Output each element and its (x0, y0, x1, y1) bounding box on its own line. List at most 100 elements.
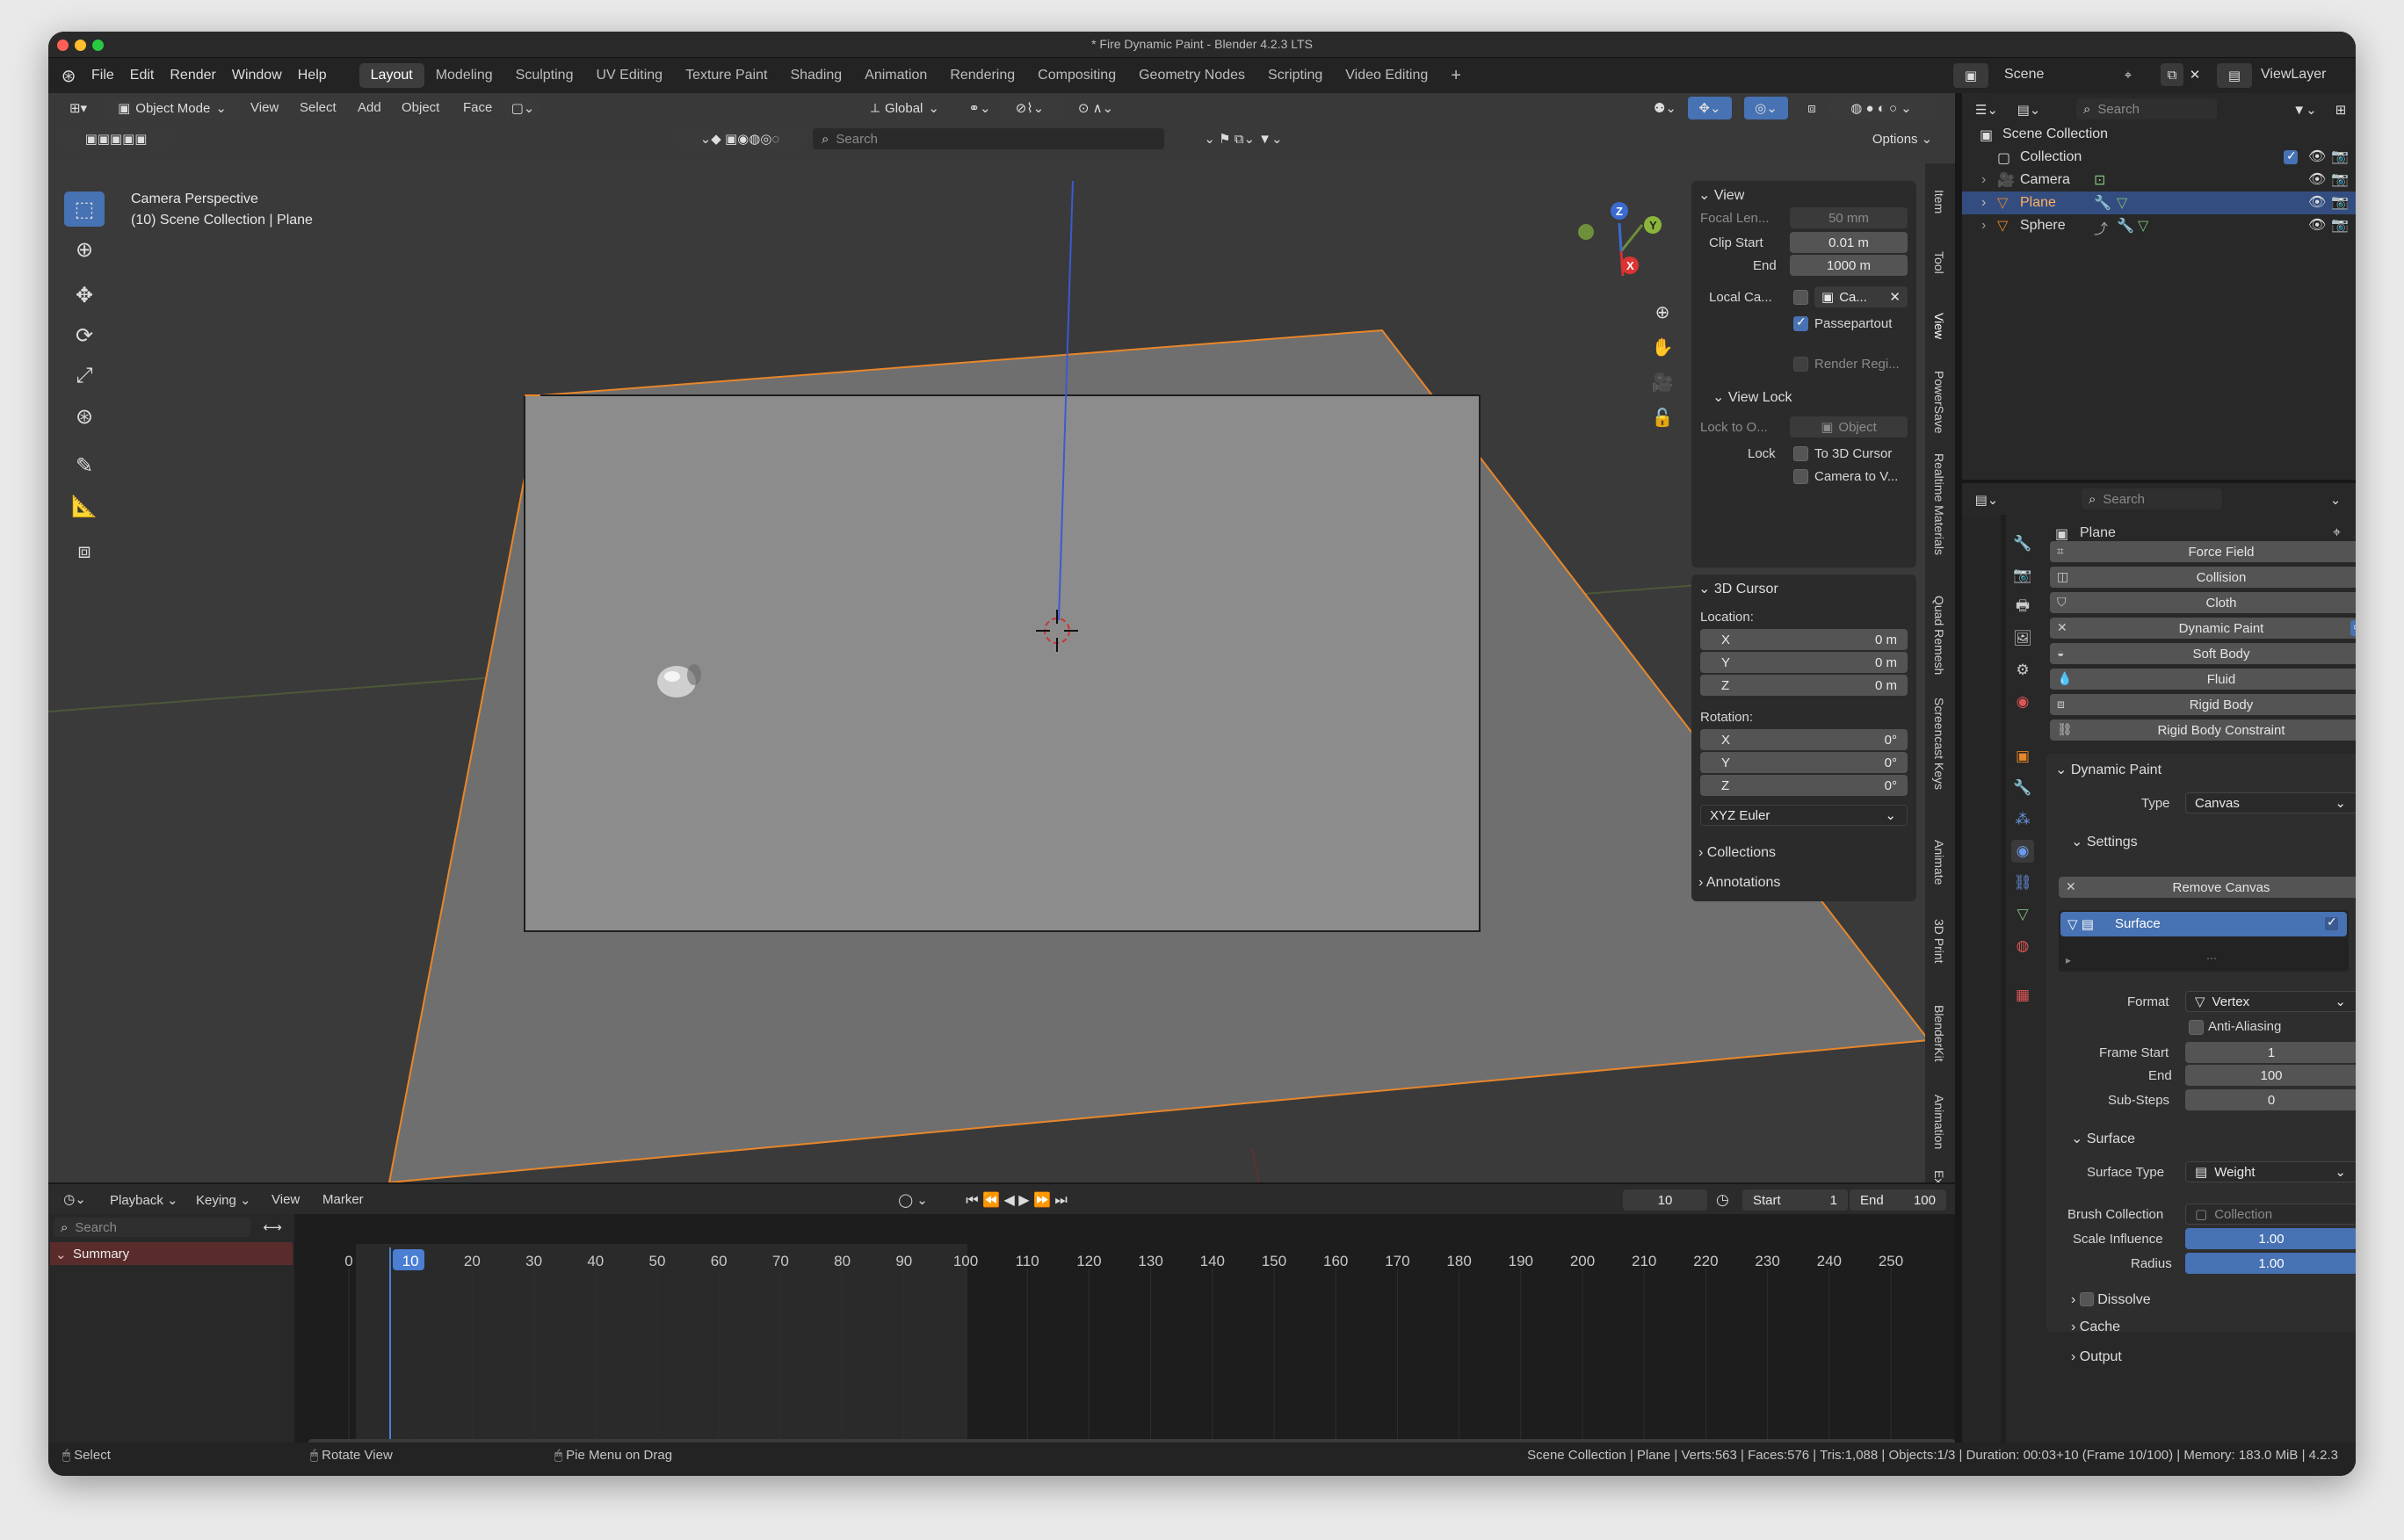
tab-animation[interactable]: Animation (853, 63, 938, 88)
selection-mode-icons[interactable]: ▣▣▣▣▣ (59, 128, 173, 149)
tab-rendering[interactable]: Rendering (938, 63, 1026, 88)
sidebar-tab-animation[interactable]: Animation (1932, 1095, 1946, 1149)
scene-tab-icon[interactable]: ⚙ (2011, 659, 2034, 682)
sphere-modifier-icon[interactable]: 🔧 (2117, 217, 2134, 235)
collection-exclude-checkbox[interactable] (2284, 148, 2298, 164)
gizmo-toggle-icon[interactable]: ✥⌄ (1688, 97, 1732, 119)
timeline-tick-label[interactable]: 250 (1879, 1253, 1903, 1270)
local-camera-field[interactable]: ▣ Ca... ✕ (1814, 286, 1908, 307)
settings-subpanel-header[interactable]: ⌄ Settings (2071, 833, 2138, 850)
camera-visibility-icon[interactable]: 👁 (2308, 170, 2326, 188)
outliner-item-camera[interactable]: › 🎥 Camera ⊡ 👁 📷 (1962, 169, 2356, 192)
timeline-tick-label[interactable]: 180 (1446, 1253, 1471, 1270)
view-layer-browse-icon[interactable]: ▤ (2217, 63, 2252, 88)
tab-geometry-nodes[interactable]: Geometry Nodes (1127, 63, 1256, 88)
menu-render[interactable]: Render (162, 68, 223, 83)
shading-mode-icons[interactable]: ◍ ● ◐ ○ ⌄ (1828, 97, 1934, 119)
timeline-tick-label[interactable]: 220 (1693, 1253, 1718, 1270)
sidebar-tab-powersave[interactable]: PowerSave (1932, 371, 1946, 434)
viewport-3d[interactable]: ⊞▾ ▣ Object Mode ⌄ View Select Add Object … (48, 93, 1955, 1182)
brush-collection-field[interactable]: ▢ Collection (2185, 1204, 2356, 1225)
viewport-menu-add[interactable]: Add (358, 100, 381, 115)
passepartout-checkbox[interactable] (1793, 315, 1808, 331)
sidebar-tab-view[interactable]: View (1932, 313, 1946, 339)
scale-tool-icon[interactable]: ⤢ (64, 358, 105, 394)
timeline-search-input[interactable]: ⌕ Search (54, 1218, 250, 1237)
sphere-render-icon[interactable]: 📷 (2331, 216, 2349, 234)
properties-search-input[interactable]: ⌕ Search (2082, 488, 2222, 510)
cursor-location-z[interactable]: Z 0 m (1700, 675, 1908, 696)
sphere-parent-icon[interactable]: ⤴ (2094, 217, 2108, 238)
anti-aliasing-checkbox[interactable] (2189, 1020, 2204, 1035)
blender-logo-icon[interactable]: ⊛ (54, 65, 83, 87)
output-subpanel-header[interactable]: › Output (2071, 1349, 2122, 1365)
viewport-options-button[interactable]: Options ⌄ (1858, 128, 1946, 149)
timeline-tick-label[interactable]: 100 (953, 1253, 978, 1270)
playhead-line[interactable] (389, 1247, 391, 1441)
world-tab-icon[interactable]: ◉ (2011, 690, 2034, 713)
snap-icon[interactable]: ⊘⌇⌄ (999, 97, 1061, 119)
dynamic-paint-panel-header[interactable]: ⌄ Dynamic Paint (2055, 761, 2161, 778)
sidebar-tab-extra-pie[interactable]: Extra Pie (1932, 1170, 1946, 1182)
timeline-playback-menu[interactable]: Playback ⌄ (110, 1192, 178, 1208)
timeline-tick-label[interactable]: 120 (1076, 1253, 1101, 1270)
output-tab-icon[interactable]: 🖶 (2011, 596, 2034, 618)
surface-list-item[interactable]: ▽ ▤ Surface (2060, 912, 2347, 936)
overlay-toggle-icon[interactable]: ◎⌄ (1744, 97, 1788, 119)
zoom-view-icon[interactable]: ⊕ (1647, 297, 1677, 327)
viewport-menu-view[interactable]: View (250, 100, 279, 115)
camera-to-view-checkbox[interactable] (1793, 469, 1808, 484)
annotate-tool-icon[interactable]: ✎ (64, 448, 105, 483)
menu-window[interactable]: Window (224, 68, 290, 83)
tool-tab-icon[interactable]: 🔧 (2011, 532, 2034, 555)
lock-to-object-field[interactable]: ▣ Object (1790, 416, 1908, 437)
collections-panel-header[interactable]: › Collections (1698, 845, 1776, 861)
collision-button[interactable]: ◫ Collision (2050, 567, 2356, 588)
fluid-button[interactable]: 💧 Fluid (2050, 669, 2356, 690)
camera-render-icon[interactable]: 📷 (2331, 170, 2349, 188)
view-panel-header[interactable]: ⌄ View (1698, 186, 1744, 204)
tab-layout[interactable]: Layout (358, 63, 424, 88)
list-resize-handle[interactable]: ⋯ (2206, 952, 2217, 965)
camera-view-icon[interactable]: 🎥 (1647, 367, 1677, 397)
cursor-location-x[interactable]: X 0 m (1700, 629, 1908, 650)
object-visibility-icon[interactable]: ⚉⌄ (1647, 97, 1683, 119)
sphere-mesh-data-icon[interactable]: ▽ (2138, 217, 2148, 235)
scale-influence-slider[interactable]: 1.00 (2185, 1228, 2356, 1249)
data-tab-icon[interactable]: ▽ (2011, 903, 2034, 926)
select-box-tool-icon[interactable]: ⬚ (64, 192, 105, 227)
end-frame-field[interactable]: End 100 (1850, 1189, 1946, 1211)
new-scene-icon[interactable]: ⧉ (2161, 63, 2183, 86)
new-collection-icon[interactable]: ⊞ (2329, 98, 2352, 121)
menu-help[interactable]: Help (290, 68, 335, 83)
lock-view-icon[interactable]: 🔓 (1647, 402, 1677, 432)
measure-tool-icon[interactable]: 📐 (64, 488, 105, 524)
filter-icons[interactable]: ⌄ ⚑ ⧉⌄ ▼⌄ (1182, 128, 1305, 149)
plane-mesh-data-icon[interactable]: ▽ (2117, 194, 2127, 212)
type-dropdown[interactable]: Canvas ⌄ (2185, 792, 2356, 813)
timeline-tick-label[interactable]: 20 (464, 1253, 481, 1270)
outliner-scene-collection[interactable]: ▣ Scene Collection (1962, 123, 2356, 146)
pan-view-icon[interactable]: ✋ (1647, 332, 1677, 362)
list-expand-icon[interactable]: ▸ (2066, 954, 2071, 966)
pin-properties-icon[interactable]: ⌖ (2333, 525, 2341, 541)
tab-texture-paint[interactable]: Texture Paint (674, 63, 778, 88)
plane-render-icon[interactable]: 📷 (2331, 193, 2349, 211)
timeline-tick-label[interactable]: 0 (344, 1253, 352, 1270)
timeline-tick-label[interactable]: 170 (1385, 1253, 1409, 1270)
properties-options-icon[interactable]: ⌄ (2324, 488, 2347, 511)
sidebar-tab-animate[interactable]: Animate (1932, 840, 1946, 885)
tab-scripting[interactable]: Scripting (1256, 63, 1334, 88)
timeline-tick-label[interactable]: 60 (711, 1253, 728, 1270)
start-frame-field[interactable]: Start 1 (1742, 1189, 1848, 1211)
outliner-filter-icon[interactable]: ▼⌄ (2287, 98, 2322, 121)
dynamic-paint-button[interactable]: ✕Dynamic Paint▭◉ (2050, 618, 2356, 639)
sidebar-tab-blenderkit[interactable]: BlenderKit (1932, 1005, 1946, 1062)
rigid-body-constraint-button[interactable]: ⛓ Rigid Body Constraint (2050, 719, 2356, 741)
cursor-tool-icon[interactable]: ⊕ (64, 232, 105, 267)
format-dropdown[interactable]: ▽ Vertex ⌄ (2185, 991, 2356, 1012)
timeline-tick-label[interactable]: 150 (1262, 1253, 1286, 1270)
surface-active-checkbox[interactable] (2324, 915, 2339, 931)
annotations-panel-header[interactable]: › Annotations (1698, 875, 1780, 891)
xray-toggle-icon[interactable]: ⧈ (1800, 97, 1823, 119)
